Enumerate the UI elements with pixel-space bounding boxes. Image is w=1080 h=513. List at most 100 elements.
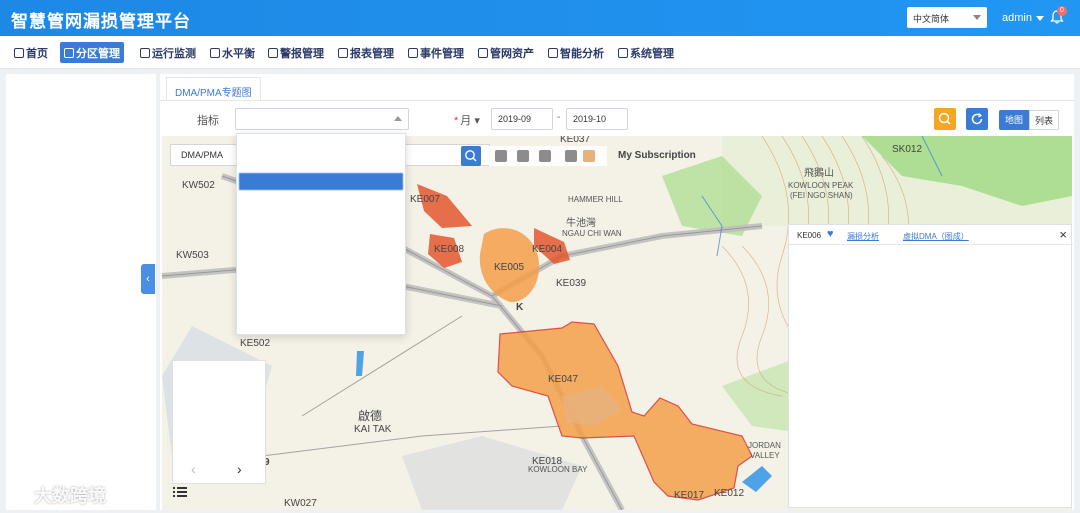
map-label-ke008: KE008 — [434, 244, 464, 255]
partition-icon — [64, 48, 74, 58]
map-label-kw027: KW027 — [284, 498, 317, 509]
view-map-button[interactable]: 地图 — [999, 110, 1029, 130]
event-icon — [408, 48, 418, 58]
monitor-icon — [140, 48, 150, 58]
zone-info-panel: KE006 ♥ 漏损分析 虚拟DMA（图成） × — [788, 224, 1073, 508]
nav-label: 水平衡 — [222, 48, 255, 60]
map-tools — [489, 146, 607, 166]
nav-settings[interactable]: 系统管理 — [614, 42, 678, 63]
map-label-ngau-chi-wan: NGAU CHI WAN — [562, 229, 622, 238]
tab-dma-map[interactable]: DMA/PMA专题图 — [166, 77, 261, 101]
zone-id: KE006 — [797, 231, 822, 240]
list-icon[interactable] — [173, 486, 187, 498]
highlight-icon[interactable] — [583, 150, 595, 162]
map-label-fei-ngo-shan-cn: 飛鵝山 — [804, 166, 834, 179]
username: admin — [1002, 12, 1032, 24]
indicator-label: 指标 — [197, 115, 219, 127]
ruler-icon[interactable] — [539, 150, 551, 162]
brush-icon[interactable] — [517, 150, 529, 162]
nav-home[interactable]: 首页 — [10, 42, 52, 63]
home-icon — [14, 48, 24, 58]
sidebar-panel — [6, 74, 156, 510]
nav-label: 分区管理 — [76, 48, 120, 60]
nav-label: 事件管理 — [420, 48, 464, 60]
nav-label: 系统管理 — [630, 48, 674, 60]
user-menu[interactable]: admin — [1002, 12, 1044, 24]
watermark-text: 大数跨境 — [34, 486, 106, 506]
nav-monitor[interactable]: 运行监测 — [136, 42, 200, 63]
date-separator: - — [557, 112, 561, 123]
chevron-down-icon — [1035, 15, 1044, 21]
map-search-button[interactable] — [461, 146, 481, 166]
virtual-dma-link[interactable]: 虚拟DMA（图成） — [903, 231, 969, 242]
map-label-ke039: KE039 — [556, 278, 586, 289]
map-label-ke012: KE012 — [714, 488, 744, 499]
search-icon — [465, 150, 477, 162]
map-label-kai-tak: KAI TAK — [354, 424, 392, 435]
map-label-ke047: KE047 — [548, 374, 578, 385]
sidebar-collapse-button[interactable]: ‹ — [141, 264, 155, 294]
map-label-kw503: KW503 — [176, 250, 209, 261]
language-select[interactable]: 中文简体 — [907, 7, 987, 28]
month-label-text: 月 — [460, 115, 472, 127]
balance-icon — [210, 48, 220, 58]
minimap-panel: ‹ › — [172, 360, 266, 484]
chevron-down-icon — [973, 15, 981, 20]
info-panel-header: KE006 ♥ 漏损分析 虚拟DMA（图成） × — [789, 225, 1073, 245]
close-icon[interactable]: × — [1059, 227, 1067, 242]
map-label-ke004: KE004 — [532, 244, 562, 255]
language-value: 中文简体 — [913, 14, 950, 24]
layers-icon[interactable] — [495, 150, 507, 162]
map-label-sk012: SK012 — [892, 144, 922, 155]
dropdown-option-selected[interactable] — [239, 173, 403, 190]
nav-partition[interactable]: 分区管理 — [60, 42, 124, 63]
date-to-input[interactable]: 2019-10 — [566, 108, 628, 130]
map-label-ngau-chi-wan-cn: 牛池灣 — [566, 216, 596, 229]
search-button[interactable] — [934, 108, 956, 130]
alarm-icon — [268, 48, 278, 58]
map-label-k: K — [516, 302, 524, 313]
leak-analysis-link[interactable]: 漏损分析 — [847, 231, 879, 242]
chevron-left-icon[interactable]: ‹ — [191, 461, 196, 477]
nav-report[interactable]: 报表管理 — [334, 42, 398, 63]
chevron-left-icon: ‹ — [146, 273, 150, 285]
watermark: 大数跨境 — [8, 482, 106, 508]
month-label: * 月 ▾ — [454, 115, 480, 127]
date-from-input[interactable]: 2019-09 — [491, 108, 553, 130]
map-label-ke037: KE037 — [560, 136, 590, 145]
nav-label: 报表管理 — [350, 48, 394, 60]
nav-alarm[interactable]: 警报管理 — [264, 42, 328, 63]
my-subscription-link[interactable]: My Subscription — [618, 150, 696, 161]
nav-label: 运行监测 — [152, 48, 196, 60]
view-list-button[interactable]: 列表 — [1029, 110, 1059, 130]
required-mark: * — [454, 115, 459, 127]
indicator-select[interactable] — [235, 108, 409, 130]
map-layer-label: DMA/PMA — [181, 150, 224, 160]
map-label-jordan: JORDAN — [748, 441, 781, 450]
map-label-valley: VALLEY — [750, 451, 780, 460]
refresh-icon — [971, 112, 983, 125]
chevron-right-icon[interactable]: › — [237, 461, 242, 477]
pointer-icon[interactable] — [565, 150, 577, 162]
nav-label: 警报管理 — [280, 48, 324, 60]
notification-badge: 0 — [1057, 6, 1067, 16]
watermark-logo-icon — [8, 487, 30, 505]
map-label-hammer-hill: HAMMER HILL — [568, 195, 623, 204]
nav-balance[interactable]: 水平衡 — [206, 42, 259, 63]
nav-label: 智能分析 — [560, 48, 604, 60]
nav-event[interactable]: 事件管理 — [404, 42, 468, 63]
top-bar: 智慧管网漏损管理平台 中文简体 admin 0 — [0, 0, 1080, 36]
analysis-icon — [548, 48, 558, 58]
refresh-button[interactable] — [966, 108, 988, 130]
chevron-up-icon — [394, 116, 402, 121]
nav-label: 管网资产 — [490, 48, 534, 60]
heart-icon[interactable]: ♥ — [827, 228, 834, 240]
map-label-kai-tak-cn: 啟德 — [358, 408, 382, 423]
map-label-ke017: KE017 — [674, 490, 704, 501]
settings-icon — [618, 48, 628, 58]
nav-analysis[interactable]: 智能分析 — [544, 42, 608, 63]
map-label-kw502: KW502 — [182, 180, 215, 191]
nav-asset[interactable]: 管网资产 — [474, 42, 538, 63]
report-icon — [338, 48, 348, 58]
main-nav: 首页 分区管理 运行监测 水平衡 警报管理 报表管理 事件管理 管网资产 智能分… — [0, 36, 1080, 69]
